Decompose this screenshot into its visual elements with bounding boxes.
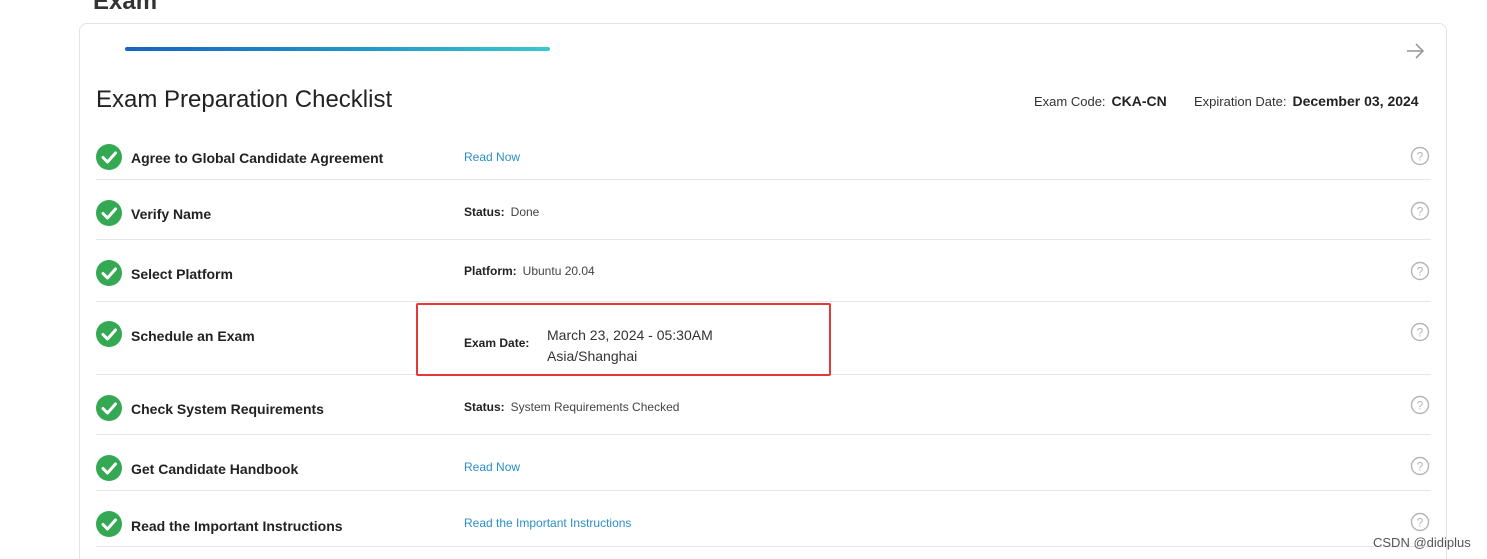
exam-code-label: Exam Code: xyxy=(1034,94,1106,109)
status-key: Platform: xyxy=(464,264,517,278)
status-value: Ubuntu 20.04 xyxy=(522,264,595,278)
question-circle-icon[interactable]: ? xyxy=(1410,395,1430,415)
checklist-item-important-instructions: Read the Important Instructions Read the… xyxy=(96,491,1431,547)
expiration-label: Expiration Date: xyxy=(1194,94,1287,109)
checklist-item-label: Get Candidate Handbook xyxy=(131,461,299,477)
question-circle-icon[interactable]: ? xyxy=(1410,261,1430,281)
check-circle-icon xyxy=(96,511,122,537)
check-circle-icon xyxy=(96,260,122,286)
read-now-link[interactable]: Read Now xyxy=(464,460,520,474)
read-now-link[interactable]: Read Now xyxy=(464,150,520,164)
checklist-item-system-requirements: Check System Requirements Status: System … xyxy=(96,375,1431,435)
svg-text:?: ? xyxy=(1417,150,1424,164)
page-title: Exam Preparation Checklist xyxy=(96,86,393,113)
important-instructions-link[interactable]: Read the Important Instructions xyxy=(464,516,631,530)
svg-text:?: ? xyxy=(1417,265,1424,279)
page-heading: Exam xyxy=(93,0,158,15)
expiration-value: December 03, 2024 xyxy=(1292,93,1419,109)
expiration-date: Expiration Date: December 03, 2024 xyxy=(1194,93,1419,109)
check-circle-icon xyxy=(96,395,122,421)
check-circle-icon xyxy=(96,144,122,170)
status-key: Status: xyxy=(464,205,505,219)
exam-code-value: CKA-CN xyxy=(1111,93,1167,109)
status-value: System Requirements Checked xyxy=(510,400,680,414)
svg-text:?: ? xyxy=(1417,516,1424,530)
svg-text:?: ? xyxy=(1417,326,1424,340)
question-circle-icon[interactable]: ? xyxy=(1410,456,1430,476)
question-circle-icon[interactable]: ? xyxy=(1410,322,1430,342)
checklist-item-candidate-handbook: Get Candidate Handbook Read Now ? xyxy=(96,435,1431,491)
status-value: Done xyxy=(510,205,540,219)
svg-text:?: ? xyxy=(1417,460,1424,474)
checklist-item-label: Select Platform xyxy=(131,266,233,282)
checklist-item-agreement: Agree to Global Candidate Agreement Read… xyxy=(96,135,1431,180)
status-text: Platform: Ubuntu 20.04 xyxy=(464,264,595,278)
checklist-item-label: Agree to Global Candidate Agreement xyxy=(131,150,384,166)
status-text: Status: Done xyxy=(464,205,539,219)
watermark: CSDN @didiplus xyxy=(1373,535,1471,550)
checklist-item-label: Check System Requirements xyxy=(131,401,324,417)
checklist-item-verify-name: Verify Name Status: Done ? xyxy=(96,180,1431,240)
svg-text:?: ? xyxy=(1417,205,1424,219)
check-circle-icon xyxy=(96,321,122,347)
checklist-item-label: Read the Important Instructions xyxy=(131,518,343,534)
question-circle-icon[interactable]: ? xyxy=(1410,512,1430,532)
progress-bar xyxy=(125,47,550,51)
question-circle-icon[interactable]: ? xyxy=(1410,146,1430,166)
question-circle-icon[interactable]: ? xyxy=(1410,201,1430,221)
checklist-item-label: Schedule an Exam xyxy=(131,328,255,344)
status-text: Status: System Requirements Checked xyxy=(464,400,679,414)
check-circle-icon xyxy=(96,455,122,481)
exam-code: Exam Code: CKA-CN xyxy=(1034,93,1167,109)
arrow-right-icon[interactable] xyxy=(1404,40,1426,62)
check-circle-icon xyxy=(96,200,122,226)
checklist-item-select-platform: Select Platform Platform: Ubuntu 20.04 ? xyxy=(96,240,1431,302)
status-key: Status: xyxy=(464,400,505,414)
svg-text:?: ? xyxy=(1417,399,1424,413)
annotation-highlight-box xyxy=(416,303,831,376)
checklist-item-label: Verify Name xyxy=(131,206,212,222)
